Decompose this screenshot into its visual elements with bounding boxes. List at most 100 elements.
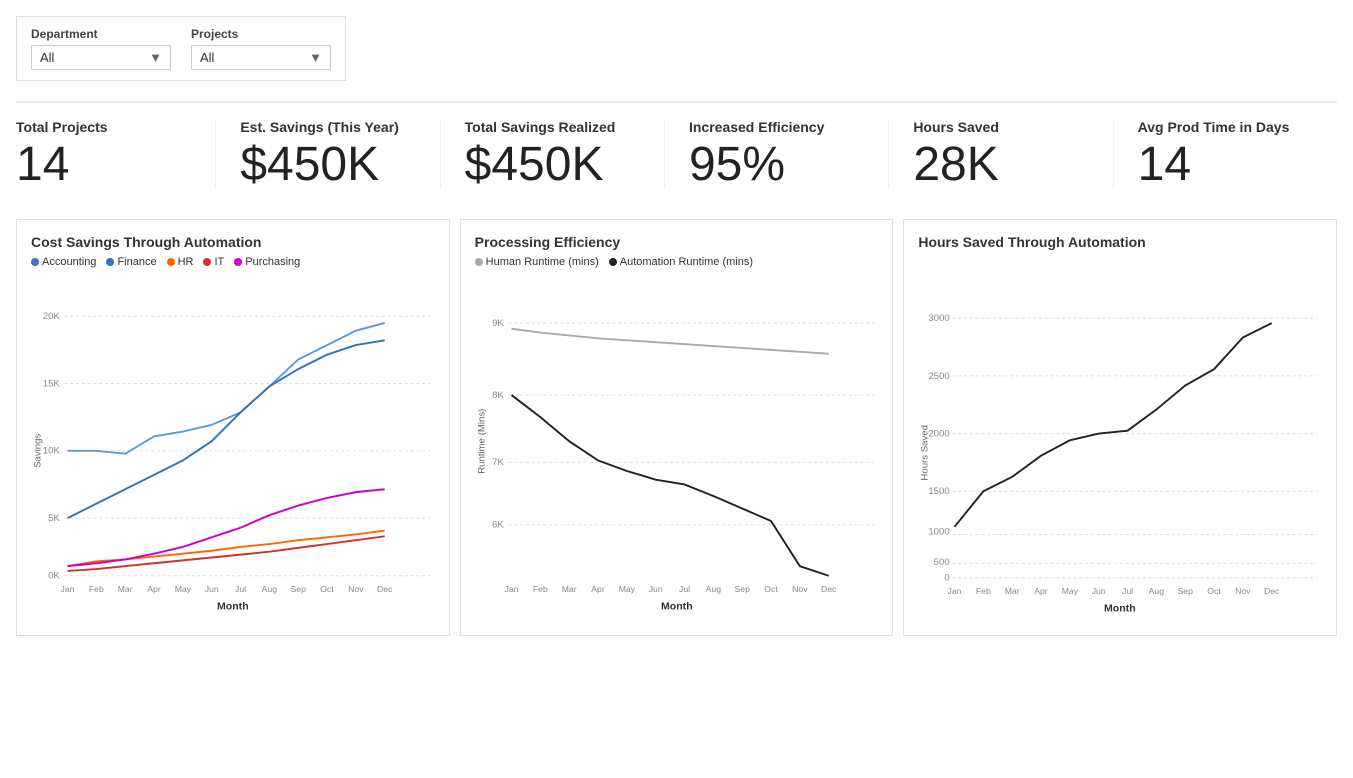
legend-accounting-label: Accounting	[42, 256, 96, 268]
hours-saved-svg: 3000 2500 2000 1500 1000 500 0	[918, 278, 1322, 618]
legend-finance-label: Finance	[117, 256, 156, 268]
projects-chevron-icon: ▼	[309, 50, 322, 65]
legend-purchasing-dot	[234, 258, 242, 266]
department-filter-group: Department All ▼	[31, 27, 171, 70]
svg-text:1500: 1500	[929, 486, 950, 497]
kpi-section: Total Projects 14 Est. Savings (This Yea…	[16, 101, 1337, 189]
svg-text:Jul: Jul	[679, 584, 690, 594]
projects-label: Projects	[191, 27, 331, 41]
charts-section: Cost Savings Through Automation Accounti…	[16, 219, 1337, 636]
svg-text:Jun: Jun	[648, 584, 662, 594]
hours-saved-chart: Hours Saved Through Automation 3000 2500…	[903, 219, 1337, 636]
kpi-hours-saved-value: 28K	[913, 141, 998, 189]
kpi-increased-efficiency-label: Increased Efficiency	[689, 119, 824, 135]
kpi-total-projects-value: 14	[16, 141, 69, 189]
svg-text:Nov: Nov	[348, 584, 364, 594]
hours-saved-chart-area: 3000 2500 2000 1500 1000 500 0	[918, 278, 1322, 621]
hours-saved-title: Hours Saved Through Automation	[918, 234, 1322, 250]
svg-text:Mar: Mar	[561, 584, 576, 594]
svg-text:Mar: Mar	[1005, 586, 1020, 596]
svg-text:Oct: Oct	[320, 584, 334, 594]
legend-automation-dot	[609, 258, 617, 266]
legend-hr: HR	[167, 256, 194, 268]
dashboard: Department All ▼ Projects All ▼ Total Pr…	[0, 0, 1353, 778]
svg-text:Month: Month	[217, 600, 249, 612]
svg-text:500: 500	[934, 557, 950, 568]
cost-savings-title: Cost Savings Through Automation	[31, 234, 435, 250]
svg-text:Jun: Jun	[205, 584, 219, 594]
processing-efficiency-title: Processing Efficiency	[475, 234, 879, 250]
svg-text:15K: 15K	[43, 378, 61, 389]
svg-text:Runtime (Mins): Runtime (Mins)	[476, 409, 487, 474]
svg-text:Aug: Aug	[1149, 586, 1165, 596]
svg-text:Dec: Dec	[377, 584, 393, 594]
svg-text:May: May	[1062, 586, 1079, 596]
legend-finance-dot	[106, 258, 114, 266]
svg-text:0: 0	[945, 573, 950, 584]
svg-text:Hours Saved: Hours Saved	[920, 425, 931, 481]
svg-text:May: May	[175, 584, 192, 594]
svg-text:Aug: Aug	[705, 584, 721, 594]
svg-text:Nov: Nov	[1236, 586, 1252, 596]
legend-accounting: Accounting	[31, 256, 96, 268]
svg-text:May: May	[618, 584, 635, 594]
svg-text:5K: 5K	[48, 513, 60, 524]
department-select[interactable]: All ▼	[31, 45, 171, 70]
svg-text:Dec: Dec	[821, 584, 837, 594]
svg-text:Aug: Aug	[262, 584, 278, 594]
legend-purchasing-label: Purchasing	[245, 256, 300, 268]
projects-value: All	[200, 50, 214, 65]
svg-text:Feb: Feb	[89, 584, 104, 594]
cost-savings-svg: 20K 15K 10K 5K 0K Savings	[31, 276, 435, 616]
svg-text:Dec: Dec	[1264, 586, 1280, 596]
svg-text:Jun: Jun	[1092, 586, 1106, 596]
kpi-avg-prod-time: Avg Prod Time in Days 14	[1114, 119, 1337, 189]
legend-human-label: Human Runtime (mins)	[486, 256, 599, 268]
kpi-total-savings-realized-value: $450K	[465, 141, 604, 189]
kpi-total-projects-label: Total Projects	[16, 119, 108, 135]
svg-text:Jul: Jul	[235, 584, 246, 594]
svg-text:6K: 6K	[492, 520, 504, 531]
processing-efficiency-legend: Human Runtime (mins) Automation Runtime …	[475, 256, 879, 268]
svg-text:Month: Month	[1104, 602, 1136, 614]
svg-text:Feb: Feb	[976, 586, 991, 596]
legend-accounting-dot	[31, 258, 39, 266]
kpi-increased-efficiency: Increased Efficiency 95%	[665, 119, 889, 189]
legend-it-dot	[203, 258, 211, 266]
svg-text:Month: Month	[661, 600, 693, 612]
hours-saved-legend-spacer	[918, 256, 1322, 278]
legend-automation-label: Automation Runtime (mins)	[620, 256, 753, 268]
svg-text:10K: 10K	[43, 446, 61, 457]
kpi-avg-prod-time-value: 14	[1138, 141, 1191, 189]
kpi-est-savings: Est. Savings (This Year) $450K	[216, 119, 440, 189]
cost-savings-legend: Accounting Finance HR IT Purchasing	[31, 256, 435, 268]
department-value: All	[40, 50, 54, 65]
legend-human-dot	[475, 258, 483, 266]
kpi-total-savings-realized-label: Total Savings Realized	[465, 119, 616, 135]
svg-text:Mar: Mar	[118, 584, 133, 594]
svg-text:1000: 1000	[929, 527, 950, 538]
svg-text:0K: 0K	[48, 571, 60, 582]
svg-text:Apr: Apr	[591, 584, 605, 594]
department-chevron-icon: ▼	[149, 50, 162, 65]
svg-text:Oct: Oct	[764, 584, 778, 594]
svg-text:Apr: Apr	[147, 584, 161, 594]
projects-select[interactable]: All ▼	[191, 45, 331, 70]
svg-text:Apr: Apr	[1035, 586, 1049, 596]
kpi-total-projects: Total Projects 14	[16, 119, 216, 189]
legend-hr-dot	[167, 258, 175, 266]
kpi-est-savings-value: $450K	[240, 141, 379, 189]
kpi-est-savings-label: Est. Savings (This Year)	[240, 119, 398, 135]
svg-text:Oct: Oct	[1208, 586, 1222, 596]
svg-text:2000: 2000	[929, 428, 950, 439]
kpi-hours-saved: Hours Saved 28K	[889, 119, 1113, 189]
projects-filter-group: Projects All ▼	[191, 27, 331, 70]
svg-text:Jan: Jan	[948, 586, 962, 596]
svg-text:Savings: Savings	[33, 434, 44, 468]
kpi-avg-prod-time-label: Avg Prod Time in Days	[1138, 119, 1290, 135]
svg-text:Nov: Nov	[792, 584, 808, 594]
legend-it-label: IT	[214, 256, 224, 268]
kpi-hours-saved-label: Hours Saved	[913, 119, 999, 135]
svg-text:Feb: Feb	[533, 584, 548, 594]
processing-efficiency-svg: 9K 8K 7K 6K Runtime (Mins)	[475, 276, 879, 616]
